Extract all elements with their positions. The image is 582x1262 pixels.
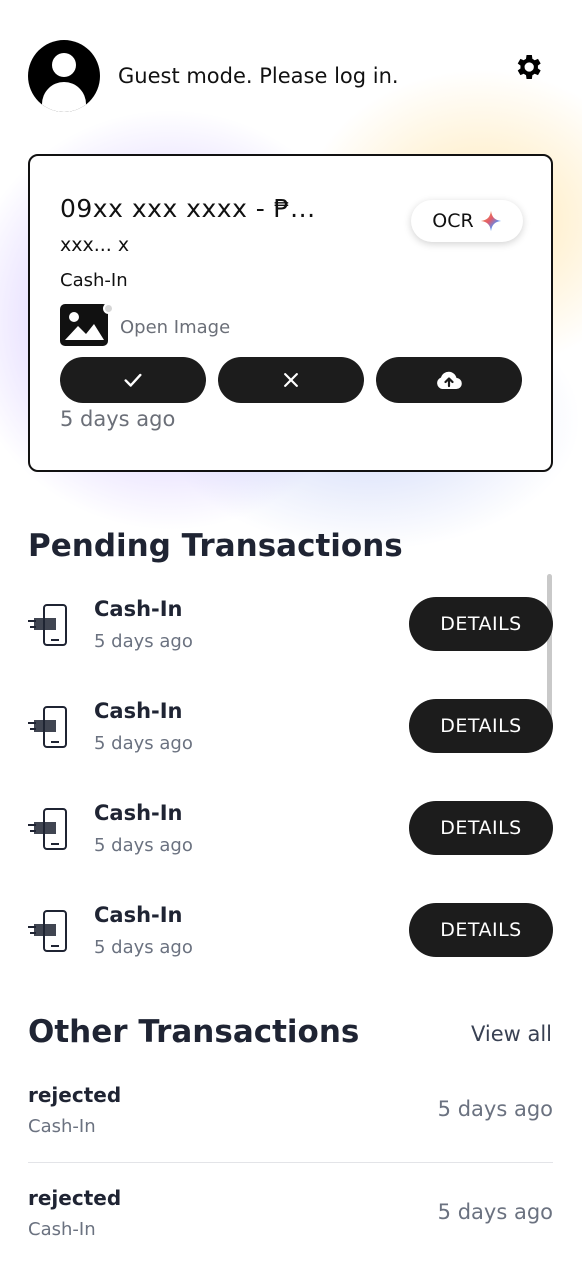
user-avatar-icon[interactable] (28, 40, 100, 112)
pending-item-time: 5 days ago (94, 631, 193, 652)
other-transaction-row[interactable]: rejected Cash-In 5 days ago (28, 1186, 553, 1256)
transaction-status: rejected (28, 1083, 122, 1107)
card-phone-amount: 09xx xxx xxxx - ₱... (60, 194, 316, 223)
pending-item-time: 5 days ago (94, 733, 193, 754)
pending-item-time: 5 days ago (94, 835, 193, 856)
card-timestamp: 5 days ago (60, 407, 176, 431)
pending-item: Cash-In 5 days ago DETAILS (28, 699, 553, 759)
close-icon (284, 373, 298, 387)
guest-mode-text[interactable]: Guest mode. Please log in. (118, 64, 399, 88)
pending-item-title: Cash-In (94, 801, 183, 825)
pending-item: Cash-In 5 days ago DETAILS (28, 801, 553, 861)
ocr-label: OCR (432, 210, 474, 232)
other-transaction-row[interactable]: rejected Cash-In 5 days ago (28, 1083, 553, 1153)
phone-cash-in-icon (28, 910, 67, 952)
pending-item-time: 5 days ago (94, 937, 193, 958)
divider (28, 1162, 553, 1163)
pending-item: Cash-In 5 days ago DETAILS (28, 903, 553, 963)
details-button[interactable]: DETAILS (409, 801, 553, 855)
phone-cash-in-icon (28, 706, 67, 748)
upload-button[interactable] (376, 357, 522, 403)
cloud-upload-icon (437, 371, 462, 390)
view-all-link[interactable]: View all (471, 1022, 552, 1046)
other-transactions-title: Other Transactions (28, 1014, 360, 1050)
card-actions (60, 357, 522, 403)
pending-item-title: Cash-In (94, 597, 183, 621)
pending-item: Cash-In 5 days ago DETAILS (28, 597, 553, 657)
transaction-card: 09xx xxx xxxx - ₱... xxx... x Cash-In OC… (28, 154, 553, 472)
phone-cash-in-icon (28, 808, 67, 850)
transaction-time: 5 days ago (437, 1097, 553, 1121)
card-account-name: xxx... x (60, 234, 130, 256)
transaction-type: Cash-In (28, 1116, 96, 1137)
image-status-dot (103, 303, 114, 314)
open-image-link[interactable]: Open Image (120, 317, 230, 338)
pending-item-title: Cash-In (94, 699, 183, 723)
sparkle-icon (480, 210, 501, 232)
details-button[interactable]: DETAILS (409, 699, 553, 753)
transaction-type: Cash-In (28, 1219, 96, 1240)
details-button[interactable]: DETAILS (409, 903, 553, 957)
header: Guest mode. Please log in. (28, 40, 554, 112)
check-icon (124, 373, 142, 387)
ocr-button[interactable]: OCR (411, 200, 523, 242)
gear-icon[interactable] (512, 51, 544, 83)
card-transaction-type: Cash-In (60, 270, 128, 291)
phone-cash-in-icon (28, 604, 67, 646)
approve-button[interactable] (60, 357, 206, 403)
pending-transactions-title: Pending Transactions (28, 528, 403, 564)
transaction-time: 5 days ago (437, 1200, 553, 1224)
reject-button[interactable] (218, 357, 364, 403)
transaction-status: rejected (28, 1186, 122, 1210)
pending-item-title: Cash-In (94, 903, 183, 927)
details-button[interactable]: DETAILS (409, 597, 553, 651)
